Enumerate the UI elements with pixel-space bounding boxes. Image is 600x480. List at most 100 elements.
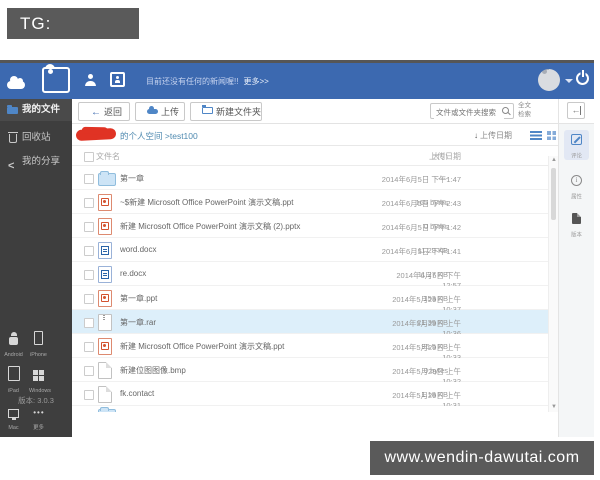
device-ipad[interactable]: iPad — [3, 366, 24, 394]
device-mac[interactable]: Mac — [3, 405, 24, 431]
file-row[interactable]: 第一章 ---- 2014年6月5日 下午1:47 — [72, 166, 558, 190]
more-link[interactable]: 更多>> — [243, 77, 268, 86]
collapse-panel-icon[interactable]: ← — [567, 102, 585, 119]
fulltext-line1: 全文 — [518, 102, 531, 109]
panel-item-label: 版本 — [565, 230, 588, 238]
comment-edit-icon — [571, 134, 582, 145]
file-row[interactable]: fk.contact 1.18 KB 2014年5月29日 上午10:31 — [72, 382, 558, 406]
panel-item-versions[interactable]: 版本 — [564, 209, 589, 239]
vertical-scrollbar[interactable]: ▲ ▼ — [548, 156, 558, 412]
search-input[interactable] — [434, 105, 504, 119]
chevron-down-icon[interactable] — [565, 79, 573, 87]
device-iphone[interactable]: iPhone — [28, 331, 49, 358]
file-row[interactable]: 第一章.ppt 153 KB 2014年5月29日 上午10:37 — [72, 286, 558, 310]
file-name[interactable]: 第一章 — [120, 173, 144, 184]
row-checkbox[interactable] — [84, 342, 94, 352]
ppt-file-icon — [98, 290, 112, 307]
doc-file-icon — [98, 242, 112, 259]
fulltext-line2: 检索 — [518, 111, 531, 118]
tg-overlay-label: TG: MYYJJPP — [7, 8, 139, 39]
sidebar-item-recycle-bin[interactable]: 回收站 — [0, 127, 72, 149]
power-logout-icon[interactable] — [576, 72, 589, 85]
file-name[interactable]: 新建 Microsoft Office PowerPoint 演示文稿 (2).… — [120, 221, 300, 232]
announcement-text: 目前还没有任何的新闻喔!!更多>> — [146, 76, 269, 87]
cloud-upload-icon — [147, 109, 158, 114]
file-name[interactable]: fk.contact — [120, 389, 154, 398]
file-name[interactable]: 新建位图图像.bmp — [120, 365, 186, 376]
file-name[interactable]: ~$新建 Microsoft Office PowerPoint 演示文稿.pp… — [120, 197, 293, 208]
sidebar-item-my-files[interactable]: 我的文件 — [0, 99, 72, 121]
device-label: Android — [4, 352, 23, 357]
row-checkbox[interactable] — [84, 390, 94, 400]
right-panel: ← 评论 属性 版本 — [558, 99, 594, 437]
avatar[interactable] — [538, 69, 560, 91]
select-all-checkbox[interactable] — [84, 152, 94, 162]
mac-icon — [8, 409, 19, 418]
search-icon[interactable] — [502, 107, 509, 114]
file-name[interactable]: 第一章.ppt — [120, 293, 157, 304]
sidebar-item-my-shares[interactable]: < 我的分享 — [0, 151, 72, 173]
row-checkbox[interactable] — [84, 174, 94, 184]
upload-button-label: 上传 — [161, 107, 179, 117]
column-filename[interactable]: 文件名 — [96, 151, 120, 162]
contacts-icon[interactable] — [84, 73, 98, 87]
file-row[interactable]: 新建位图图像.bmp 0 bytes 2014年5月29日 上午10:32 — [72, 358, 558, 382]
upload-button[interactable]: 上传 — [135, 102, 185, 121]
file-name[interactable]: re.docx — [120, 269, 146, 278]
file-name[interactable]: 第一章.rar — [120, 317, 156, 328]
android-icon — [9, 337, 18, 345]
cloud-drive-app-window: 目前还没有任何的新闻喔!!更多>> 我的文件 回收站 < 我的分享 — [0, 60, 594, 437]
file-row-selected[interactable]: 第一章.rar 21.39 KB 2014年5月29日 上午10:36 — [72, 310, 558, 334]
watermark-url: www.wendin-dawutai.com — [370, 441, 594, 475]
list-view-icon[interactable] — [530, 131, 542, 140]
file-date: 2014年6月5日 下午2:43 — [381, 198, 461, 209]
breadcrumb-path[interactable]: >test100 — [165, 131, 198, 141]
sidebar: 我的文件 回收站 < 我的分享 Android iPhone — [0, 99, 72, 437]
windows-icon — [33, 370, 44, 381]
tab-my-files-user[interactable] — [42, 67, 70, 93]
panel-item-properties[interactable]: 属性 — [564, 171, 589, 201]
sort-label: 上传日期 — [480, 131, 512, 140]
row-checkbox[interactable] — [84, 270, 94, 280]
back-arrow-icon: ← — [91, 107, 101, 118]
device-more[interactable]: ••• 更多 — [28, 402, 49, 431]
row-checkbox[interactable] — [84, 222, 94, 232]
file-row[interactable]: 新建 Microsoft Office PowerPoint 演示文稿.ppt … — [72, 334, 558, 358]
row-checkbox[interactable] — [84, 318, 94, 328]
breadcrumb[interactable]: 的个人空间 >test100 — [120, 130, 198, 142]
folder-icon — [98, 409, 116, 412]
back-button-label: 返回 — [104, 107, 122, 117]
phone-icon — [34, 331, 43, 345]
row-checkbox[interactable] — [84, 294, 94, 304]
file-name[interactable]: word.docx — [120, 245, 156, 254]
file-date: 2014年6月5日 下午1:47 — [381, 174, 461, 185]
new-folder-button-label: 新建文件夹 — [216, 107, 261, 117]
file-row[interactable]: word.docx 11.28 KB 2014年6月5日 下午1:41 — [72, 238, 558, 262]
rar-file-icon — [98, 314, 112, 331]
row-checkbox[interactable] — [84, 366, 94, 376]
panel-item-comments[interactable]: 评论 — [564, 130, 589, 160]
row-checkbox[interactable] — [84, 198, 94, 208]
row-checkbox[interactable] — [84, 246, 94, 256]
file-name[interactable]: 新建 Microsoft Office PowerPoint 演示文稿.ppt — [120, 341, 284, 352]
grid-view-icon[interactable] — [547, 131, 556, 140]
ppt-file-icon — [98, 194, 112, 211]
file-row[interactable]: re.docx 11.27 KB 2014年6月5日 下午12:57 — [72, 262, 558, 286]
device-windows[interactable]: Windows — [28, 368, 49, 394]
file-row[interactable]: ~$新建 Microsoft Office PowerPoint 演示文稿.pp… — [72, 190, 558, 214]
generic-file-icon — [98, 362, 112, 379]
announcement-icon[interactable] — [110, 72, 125, 87]
scrollbar-thumb[interactable] — [551, 168, 556, 220]
file-row[interactable]: 新建 Microsoft Office PowerPoint 演示文稿 (2).… — [72, 214, 558, 238]
column-upload-date[interactable]: 上传日期 — [381, 151, 461, 162]
breadcrumb-space[interactable]: 的个人空间 — [120, 131, 163, 141]
screenshot-canvas: TG: MYYJJPP 目前还没有任何的新闻喔!!更多>> 我的文件 回收站 — [0, 0, 600, 480]
sort-control[interactable]: ↓上传日期 — [402, 130, 512, 141]
new-folder-button[interactable]: 新建文件夹 — [190, 102, 262, 121]
device-android[interactable]: Android — [3, 332, 24, 358]
share-icon: < — [8, 155, 14, 177]
file-date: 2014年6月5日 下午1:41 — [381, 246, 461, 257]
fulltext-search-toggle[interactable]: 全文 检索 — [518, 101, 531, 119]
back-button[interactable]: ←返回 — [78, 102, 130, 121]
device-label: 更多 — [30, 422, 49, 430]
